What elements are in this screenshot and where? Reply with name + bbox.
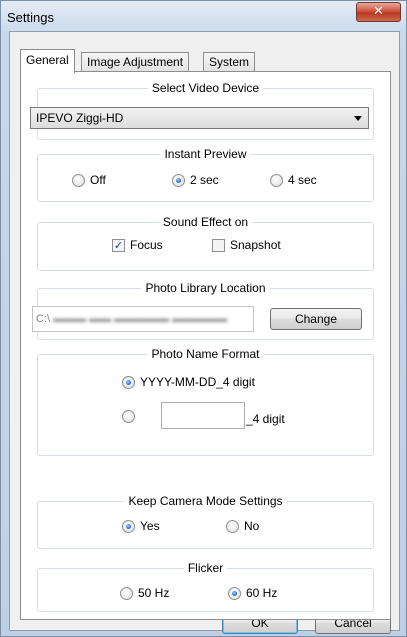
preview-4sec-label: 4 sec xyxy=(288,173,317,187)
video-device-selected: IPEVO Ziggi-HD xyxy=(36,111,124,125)
tab-system[interactable]: System xyxy=(203,52,256,72)
focus-checkbox[interactable]: ✓ xyxy=(112,238,125,252)
focus-label: Focus xyxy=(130,238,163,252)
dialog-client-area: General Image Adjustment System Select V… xyxy=(9,31,400,634)
title-bar[interactable]: Settings ✕ xyxy=(1,1,406,31)
change-button-label: Change xyxy=(294,312,338,326)
preview-2sec-label: 2 sec xyxy=(190,173,219,187)
camera-mode-no-label: No xyxy=(244,519,260,533)
sound-effect-group-title: Sound Effect on xyxy=(158,215,253,229)
preview-off-label: Off xyxy=(90,173,106,187)
photo-name-group: Photo Name Format YYYY-MM-DD_4 digit _4 … xyxy=(37,347,374,456)
flicker-60hz-label: 60 Hz xyxy=(246,586,278,600)
flicker-60hz-option[interactable]: 60 Hz xyxy=(228,586,277,600)
change-button[interactable]: Change xyxy=(270,308,362,330)
chevron-down-icon xyxy=(354,116,362,121)
preview-off-option[interactable]: Off xyxy=(72,173,106,187)
video-device-dropdown[interactable]: IPEVO Ziggi-HD xyxy=(30,107,369,129)
preview-2sec-radio[interactable] xyxy=(172,173,185,187)
settings-window: Settings ✕ General Image Adjustment Syst… xyxy=(0,0,407,637)
photo-name-date-label: YYYY-MM-DD_4 digit xyxy=(140,375,255,389)
photo-name-custom-suffix: _4 digit xyxy=(246,412,285,426)
photo-name-custom-input[interactable] xyxy=(161,402,245,429)
video-device-group-title: Select Video Device xyxy=(147,81,264,95)
snapshot-checkbox[interactable] xyxy=(212,238,225,252)
photo-library-group: Photo Library Location C:\ ▬▬▬ ▬▬ ▬▬▬▬▬ … xyxy=(32,281,374,340)
tab-image-adjustment-label: Image Adjustment xyxy=(87,55,184,69)
camera-mode-no-option[interactable]: No xyxy=(226,519,259,533)
photo-name-custom-radio[interactable] xyxy=(122,410,135,423)
video-device-group: Select Video Device IPEVO Ziggi-HD xyxy=(30,81,374,140)
tab-general-label: General xyxy=(26,53,69,67)
preview-off-radio[interactable] xyxy=(72,173,85,187)
camera-mode-yes-label: Yes xyxy=(140,519,160,533)
flicker-group-title: Flicker xyxy=(183,561,228,575)
flicker-50hz-radio[interactable] xyxy=(120,586,133,600)
instant-preview-group-title: Instant Preview xyxy=(160,147,251,161)
general-tab-panel: Select Video Device IPEVO Ziggi-HD Insta… xyxy=(20,71,391,620)
preview-2sec-option[interactable]: 2 sec xyxy=(172,173,219,187)
flicker-50hz-label: 50 Hz xyxy=(138,586,170,600)
camera-mode-group: Keep Camera Mode Settings Yes No xyxy=(37,494,374,549)
instant-preview-group: Instant Preview Off 2 sec 4 sec xyxy=(37,147,374,202)
flicker-50hz-option[interactable]: 50 Hz xyxy=(120,586,169,600)
camera-mode-yes-option[interactable]: Yes xyxy=(122,519,160,533)
photo-name-date-option[interactable]: YYYY-MM-DD_4 digit xyxy=(122,375,255,389)
tab-system-label: System xyxy=(209,55,250,69)
preview-4sec-radio[interactable] xyxy=(270,173,283,187)
preview-4sec-option[interactable]: 4 sec xyxy=(270,173,317,187)
flicker-60hz-radio[interactable] xyxy=(228,586,241,600)
photo-library-path-redacted: ▬▬▬ ▬▬ ▬▬▬▬▬ ▬▬▬▬▬ xyxy=(53,313,228,325)
sound-focus-option[interactable]: ✓ Focus xyxy=(112,238,163,252)
close-icon: ✕ xyxy=(373,4,384,19)
photo-name-custom-option[interactable] xyxy=(122,410,140,423)
tab-image-adjustment[interactable]: Image Adjustment xyxy=(81,52,190,72)
photo-library-group-title: Photo Library Location xyxy=(141,281,270,295)
snapshot-label: Snapshot xyxy=(230,238,281,252)
photo-library-path-field[interactable]: C:\ ▬▬▬ ▬▬ ▬▬▬▬▬ ▬▬▬▬▬ xyxy=(32,306,254,332)
window-title: Settings xyxy=(7,10,54,25)
camera-mode-yes-radio[interactable] xyxy=(122,519,135,533)
camera-mode-group-title: Keep Camera Mode Settings xyxy=(124,494,287,508)
photo-name-date-radio[interactable] xyxy=(122,375,135,389)
camera-mode-no-radio[interactable] xyxy=(226,519,239,533)
tab-general[interactable]: General xyxy=(20,49,75,73)
sound-effect-group: Sound Effect on ✓ Focus Snapshot xyxy=(37,215,374,271)
close-button[interactable]: ✕ xyxy=(356,2,401,22)
photo-library-path-prefix: C:\ xyxy=(36,313,51,325)
flicker-group: Flicker 50 Hz 60 Hz xyxy=(37,561,374,612)
sound-snapshot-option[interactable]: Snapshot xyxy=(212,238,281,252)
photo-name-group-title: Photo Name Format xyxy=(147,347,264,361)
